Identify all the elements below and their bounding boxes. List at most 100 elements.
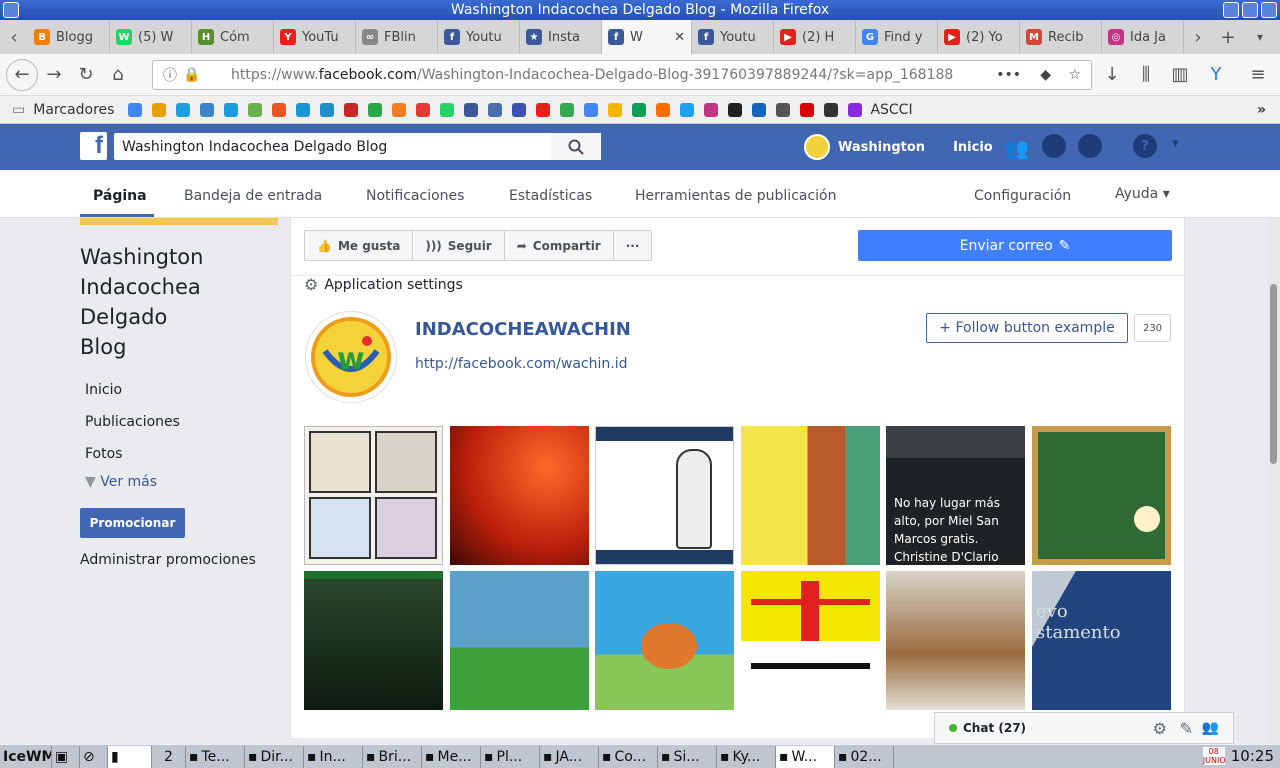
tab-12[interactable]: M Recib [1020, 20, 1102, 54]
bookmark-icon[interactable] [368, 102, 383, 117]
tab-11[interactable]: ▶ (2) Yo [938, 20, 1020, 54]
see-more-link[interactable]: ▼ Ver más [80, 474, 280, 490]
bookmark-icon[interactable] [416, 102, 431, 117]
home-icon[interactable]: ⌂ [102, 59, 134, 91]
bookmark-icon[interactable] [824, 102, 839, 117]
new-tab-icon[interactable]: + [1212, 21, 1244, 53]
task-item[interactable]: ▪ Dir... [245, 745, 304, 768]
bookmark-icon[interactable] [488, 102, 503, 117]
bookmark-icon[interactable] [776, 102, 791, 117]
icewm-start-button[interactable]: IceWM [0, 745, 52, 768]
bookmark-icon[interactable] [704, 102, 719, 117]
facebook-search-input[interactable]: Washington Indacochea Delgado Blog [114, 133, 601, 160]
downloads-icon[interactable]: ↓ [1096, 59, 1128, 91]
tabs-dropdown-icon[interactable]: ▾ [1244, 21, 1276, 53]
library-icon[interactable]: ⫼ [1130, 59, 1162, 91]
bookmark-icon[interactable] [752, 102, 767, 117]
tab-0[interactable]: B Blogg [28, 20, 110, 54]
tab-10[interactable]: G Find y [856, 20, 938, 54]
bookmarks-overflow-icon[interactable]: » [1257, 102, 1266, 118]
pocket-icon[interactable]: ◆ [1040, 67, 1051, 83]
workspace-2-button[interactable]: 2 [152, 745, 186, 768]
photo-video-player[interactable]: No hay lugar más alto, por Miel San Marc… [886, 426, 1025, 565]
bookmarks-folder[interactable]: Marcadores [33, 102, 114, 118]
bookmark-icon[interactable] [200, 102, 215, 117]
task-item[interactable]: ▪ Me... [422, 745, 481, 768]
bookmark-icon[interactable] [680, 102, 695, 117]
home-link[interactable]: Inicio [953, 140, 993, 155]
facebook-logo-icon[interactable]: f [80, 132, 107, 160]
bookmark-icon[interactable] [320, 102, 335, 117]
app-avatar[interactable]: w [305, 311, 397, 403]
tab-6[interactable]: ★ Insta [520, 20, 602, 54]
window-menu-icon[interactable] [3, 2, 19, 18]
tab-help[interactable]: Ayuda ▾ [1115, 186, 1170, 202]
help-icon[interactable]: ? [1133, 134, 1157, 158]
photo-tree-verse[interactable] [595, 571, 734, 710]
tabs-scroll-right-icon[interactable]: › [1184, 21, 1212, 53]
bookmark-icon[interactable] [608, 102, 623, 117]
share-button[interactable]: ➦ Compartir [505, 231, 614, 260]
task-item[interactable]: ▪ Bri... [363, 745, 422, 768]
reload-icon[interactable]: ↻ [70, 59, 102, 91]
bookmark-icon[interactable] [584, 102, 599, 117]
bookmark-icon[interactable] [272, 102, 287, 117]
bookmark-icon[interactable] [464, 102, 479, 117]
bookmark-icon[interactable] [440, 102, 455, 117]
window-list-icon[interactable]: ▣ [52, 745, 80, 768]
search-icon[interactable] [551, 133, 601, 160]
photo-field-verse[interactable] [450, 571, 589, 710]
tab-statistics[interactable]: Estadísticas [509, 188, 592, 204]
photo-comic[interactable] [304, 426, 443, 565]
bookmark-icon[interactable] [176, 102, 191, 117]
photo-scales[interactable] [741, 571, 880, 710]
bookmark-icon[interactable] [248, 102, 263, 117]
menu-icon[interactable]: ≡ [1242, 59, 1274, 91]
bookmark-icon[interactable] [152, 102, 167, 117]
tab-9[interactable]: ▶ (2) H [774, 20, 856, 54]
sidebar-item-fotos[interactable]: Fotos [80, 446, 280, 462]
sidebar-item-publicaciones[interactable]: Publicaciones [80, 414, 280, 430]
tab-13[interactable]: ◎ Ida Ja [1102, 20, 1184, 54]
send-email-button[interactable]: Enviar correo ✎ [858, 230, 1172, 261]
promote-button[interactable]: Promocionar [80, 508, 185, 538]
minimize-icon[interactable] [1223, 2, 1239, 18]
task-item[interactable]: ▪ Ky... [717, 745, 776, 768]
photo-dinner[interactable] [886, 571, 1025, 710]
app-name[interactable]: INDACOCHEAWACHIN [415, 319, 631, 340]
tab-1[interactable]: W (5) W [110, 20, 192, 54]
tab-7[interactable]: f W ✕ [602, 20, 692, 54]
address-bar[interactable]: ⓘ 🔒 https://www. facebook.com/Washington-… [152, 60, 1092, 90]
sidebar-icon[interactable]: ▥ [1164, 59, 1196, 91]
scrollbar-thumb[interactable] [1270, 284, 1277, 464]
task-item[interactable]: ▪ Si... [658, 745, 717, 768]
tab-3[interactable]: Y YouTu [274, 20, 356, 54]
tab-4[interactable]: ∞ FBlin [356, 20, 438, 54]
follow-button-example[interactable]: + Follow button example [926, 313, 1128, 343]
bookmark-icon[interactable] [512, 102, 527, 117]
clock[interactable]: 10:25 [1231, 747, 1274, 765]
bookmark-icon[interactable] [296, 102, 311, 117]
more-options-button[interactable]: ··· [614, 231, 652, 260]
bookmark-icon[interactable] [224, 102, 239, 117]
new-message-icon[interactable]: ✎ [1180, 719, 1193, 738]
bookmark-icon[interactable] [344, 102, 359, 117]
tab-notifications[interactable]: Notificaciones [366, 188, 464, 204]
app-link[interactable]: http://facebook.com/wachin.id [415, 356, 628, 372]
bookmark-icon[interactable] [392, 102, 407, 117]
bookmark-icon[interactable] [560, 102, 575, 117]
task-item[interactable]: ▪ JA... [540, 745, 599, 768]
bookmark-icon[interactable] [728, 102, 743, 117]
task-item[interactable]: ▪ Pl... [481, 745, 540, 768]
task-item[interactable]: ▪ Co... [599, 745, 658, 768]
tab-settings[interactable]: Configuración [974, 188, 1071, 204]
chat-bar[interactable]: Chat (27) ⚙ ✎ 👥 [934, 712, 1234, 744]
bookmark-icon[interactable] [632, 102, 647, 117]
extension-icon[interactable]: Y [1200, 59, 1232, 91]
back-icon[interactable]: ← [6, 58, 38, 91]
like-button[interactable]: 👍 Me gusta [305, 231, 414, 260]
task-item[interactable]: ▪ W... [776, 745, 835, 768]
bookmark-icon[interactable] [848, 102, 863, 117]
close-window-icon[interactable] [1261, 2, 1277, 18]
maximize-icon[interactable] [1242, 2, 1258, 18]
